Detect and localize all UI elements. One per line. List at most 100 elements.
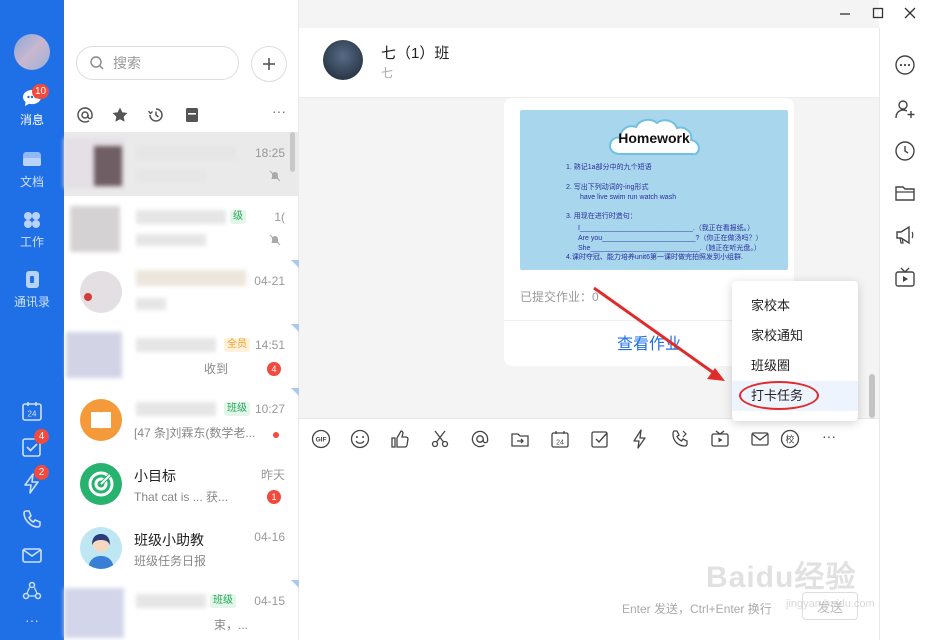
class-tag: 班级 xyxy=(224,402,250,416)
work-grid-icon xyxy=(24,212,40,228)
at-icon[interactable] xyxy=(470,429,490,449)
conversation-preview: 收到 xyxy=(204,362,229,376)
search-input[interactable] xyxy=(113,54,223,72)
input-toolbar: GIF 24 校 ··· xyxy=(299,418,879,456)
menu-item-school-notice[interactable]: 家校通知 xyxy=(732,321,858,351)
scissors-icon[interactable] xyxy=(430,429,450,449)
group-avatar[interactable] xyxy=(323,40,363,80)
school-icon[interactable]: 校 xyxy=(780,429,800,449)
nav-item-contacts[interactable]: 通讯录 xyxy=(0,270,64,310)
gif-icon[interactable]: GIF xyxy=(311,429,331,449)
book-icon xyxy=(91,412,111,429)
message-input-area[interactable]: Enter 发送，Ctrl+Enter 换行 发送 xyxy=(299,456,879,640)
conversation-time: 04-16 xyxy=(254,530,285,544)
history-clock-icon[interactable] xyxy=(894,140,916,162)
search-box[interactable] xyxy=(76,46,239,80)
lightning-icon[interactable] xyxy=(630,429,650,449)
thumbs-up-icon[interactable] xyxy=(390,429,410,449)
nav-label: 文档 xyxy=(19,175,44,189)
conversation-item[interactable]: 级 1( xyxy=(64,196,299,260)
homework-line: 3. 用现在进行时造句： xyxy=(566,213,637,220)
conversation-item[interactable]: 全员 14:51 收到 4 xyxy=(64,324,299,388)
app-window: 消息 10 文档 工作 通讯录 24 4 2 ··· 搜索 ··· 18:25 … xyxy=(0,0,930,640)
video-icon[interactable] xyxy=(710,429,730,449)
user-avatar[interactable] xyxy=(14,34,50,70)
all-members-tag: 全员 xyxy=(224,338,250,352)
send-button[interactable]: 发送 xyxy=(802,592,858,620)
nav-label: 消息 xyxy=(19,113,44,127)
homework-line: have live swim run watch wash xyxy=(580,194,677,201)
conversation-item[interactable]: 04-21 xyxy=(64,260,299,324)
conversation-avatar xyxy=(80,399,122,441)
blurred-avatar xyxy=(66,332,122,378)
add-member-icon[interactable] xyxy=(894,98,916,120)
blurred-name xyxy=(136,338,216,352)
minimize-icon[interactable] xyxy=(838,6,852,20)
conversation-preview: [47 条]刘霖东(数学老... xyxy=(134,426,256,440)
conversation-time: 10:27 xyxy=(254,402,285,416)
close-icon[interactable] xyxy=(903,6,917,20)
assistant-avatar-icon xyxy=(88,534,114,569)
emoji-icon[interactable] xyxy=(350,429,370,449)
mail-icon[interactable] xyxy=(21,544,43,566)
conversation-time: 04-21 xyxy=(254,274,285,288)
add-button[interactable] xyxy=(251,46,287,82)
maximize-icon[interactable] xyxy=(871,6,885,20)
history-icon[interactable] xyxy=(147,106,165,124)
homework-line: 1. 熟记1a部分中的九个短语 xyxy=(566,164,652,171)
call-icon[interactable] xyxy=(670,429,690,449)
conversation-time: 1( xyxy=(274,210,285,224)
corner-marker xyxy=(291,580,299,588)
mute-bell-icon xyxy=(269,170,281,182)
menu-item-checkin-task[interactable]: 打卡任务 xyxy=(732,381,858,411)
document-icon xyxy=(23,152,41,166)
menu-item-class-circle[interactable]: 班级圈 xyxy=(732,351,858,381)
list-scrollbar[interactable] xyxy=(290,132,295,172)
conversation-time: 14:51 xyxy=(254,338,285,352)
blurred-name xyxy=(136,146,236,160)
phone-icon[interactable] xyxy=(21,508,43,530)
menu-item-homework-book[interactable]: 家校本 xyxy=(732,291,858,321)
homework-line: Are you________________________?（你正在做汤吗？… xyxy=(578,235,763,242)
homework-line: 4.课时夺冠、能力培养unit6第一课时做完拍照发到小组群. xyxy=(566,254,743,261)
blurred-avatar xyxy=(70,206,120,252)
mail-icon[interactable] xyxy=(750,429,770,449)
unread-dot xyxy=(273,432,279,438)
conversation-item[interactable]: 班级 04-15 束，... xyxy=(64,580,299,640)
at-icon[interactable] xyxy=(76,106,94,124)
announcement-icon[interactable] xyxy=(894,224,916,246)
conversation-item[interactable]: 班级 10:27 [47 条]刘霖东(数学老... xyxy=(64,388,299,452)
nav-item-documents[interactable]: 文档 xyxy=(0,150,64,190)
conversation-item[interactable]: 小目标 昨天 That cat is ... 获... 1 xyxy=(64,452,299,516)
folder-send-icon[interactable] xyxy=(510,429,530,449)
conversation-preview: 束，... xyxy=(214,618,249,632)
live-tv-icon[interactable] xyxy=(894,266,916,288)
group-name: 七（1）班 xyxy=(381,45,450,62)
more-dots-icon[interactable]: ··· xyxy=(822,428,836,444)
folder-icon[interactable] xyxy=(894,182,916,204)
calendar-icon[interactable]: 24 xyxy=(550,429,570,449)
star-icon[interactable] xyxy=(111,106,129,124)
more-apps-popup: 家校本 家校通知 班级圈 打卡任务 xyxy=(732,281,858,421)
archive-icon[interactable] xyxy=(183,106,201,124)
school-text: 校 xyxy=(785,434,794,446)
conversation-name: 班级小助教 xyxy=(134,532,204,548)
calendar-icon[interactable]: 24 xyxy=(21,400,43,422)
more-circle-icon[interactable] xyxy=(894,54,916,76)
chat-scrollbar[interactable] xyxy=(869,374,875,418)
target-icon xyxy=(88,471,114,497)
more-dots-icon[interactable]: ··· xyxy=(0,612,64,628)
homework-image[interactable]: Homework 1. 熟记1a部分中的九个短语 2. 写出下列动词的-ing形… xyxy=(520,110,788,270)
conversation-time: 18:25 xyxy=(254,146,285,160)
nav-item-work[interactable]: 工作 xyxy=(0,210,64,250)
corner-marker xyxy=(291,388,299,396)
checkbox-icon[interactable] xyxy=(590,429,610,449)
conversation-item[interactable]: 班级小助教 04-16 班级任务日报 xyxy=(64,516,299,580)
conversation-item[interactable]: 18:25 xyxy=(64,132,299,196)
blurred-preview xyxy=(136,298,166,310)
filter-more-icon[interactable]: ··· xyxy=(272,103,286,119)
org-icon[interactable] xyxy=(21,580,43,602)
group-subtitle: 七 xyxy=(381,66,394,80)
blurred-preview xyxy=(136,234,206,246)
unread-badge: 4 xyxy=(267,362,281,376)
